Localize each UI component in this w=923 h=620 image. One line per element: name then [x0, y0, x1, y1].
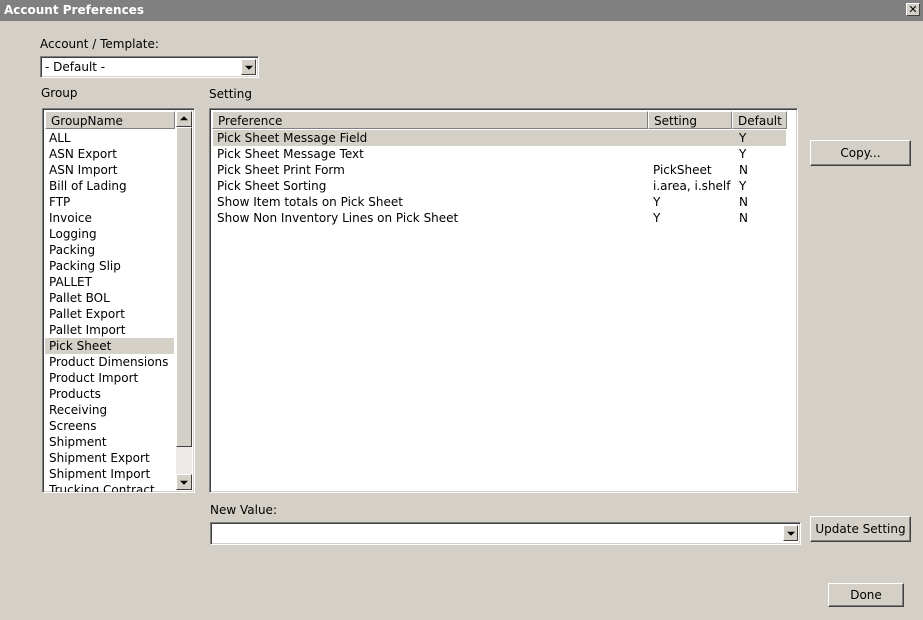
- preference-cell: Pick Sheet Message Text: [217, 147, 364, 161]
- close-icon[interactable]: ✕: [906, 3, 920, 16]
- setting-cell: Y: [653, 211, 661, 225]
- group-list-item[interactable]: Screens: [45, 418, 174, 434]
- account-template-value: - Default -: [45, 60, 106, 74]
- default-cell: N: [739, 163, 748, 177]
- group-list-item[interactable]: Shipment: [45, 434, 174, 450]
- group-column-header[interactable]: GroupName: [45, 111, 175, 129]
- default-cell: Y: [739, 147, 747, 161]
- preference-cell: Show Item totals on Pick Sheet: [217, 195, 403, 209]
- group-list-item[interactable]: Pick Sheet: [45, 338, 174, 354]
- preference-column-header[interactable]: Preference: [212, 111, 648, 129]
- group-list-item[interactable]: ALL: [45, 130, 174, 146]
- group-list-item[interactable]: Logging: [45, 226, 174, 242]
- preference-cell: Pick Sheet Message Field: [217, 131, 368, 145]
- default-cell: N: [739, 195, 748, 209]
- title-bar: Account Preferences ✕: [0, 0, 923, 21]
- chevron-up-icon: [180, 116, 188, 121]
- default-cell: N: [739, 211, 748, 225]
- scroll-down-button[interactable]: [176, 474, 192, 490]
- group-list-item[interactable]: Shipment Import: [45, 466, 174, 482]
- table-row[interactable]: Show Non Inventory Lines on Pick Sheet Y N: [213, 210, 786, 226]
- window-title: Account Preferences: [4, 3, 144, 17]
- setting-cell: i.area, i.shelf: [653, 179, 731, 193]
- new-value-dropdown-button[interactable]: [783, 525, 798, 541]
- table-row[interactable]: Pick Sheet Sorting i.area, i.shelf Y: [213, 178, 786, 194]
- group-list-item[interactable]: ASN Export: [45, 146, 174, 162]
- setting-column-header[interactable]: Setting: [648, 111, 732, 129]
- group-label: Group: [41, 86, 78, 100]
- group-scrollbar[interactable]: [176, 111, 192, 490]
- table-row[interactable]: Pick Sheet Print Form PickSheet N: [213, 162, 786, 178]
- group-list-item[interactable]: Shipment Export: [45, 450, 174, 466]
- group-list-item[interactable]: Products: [45, 386, 174, 402]
- table-row[interactable]: Show Item totals on Pick Sheet Y N: [213, 194, 786, 210]
- group-list-item[interactable]: Bill of Lading: [45, 178, 174, 194]
- table-row[interactable]: Pick Sheet Message Text Y: [213, 146, 786, 162]
- group-list[interactable]: GroupName ALL ASN Export ASN Import Bill of…: [42, 108, 195, 493]
- account-template-label: Account / Template:: [40, 37, 159, 51]
- setting-label: Setting: [209, 87, 252, 101]
- account-dropdown-button[interactable]: [241, 59, 256, 75]
- group-list-item[interactable]: Pallet Import: [45, 322, 174, 338]
- done-button[interactable]: Done: [828, 583, 904, 607]
- account-template-combo[interactable]: - Default -: [40, 56, 259, 78]
- group-list-item[interactable]: Invoice: [45, 210, 174, 226]
- preference-cell: Pick Sheet Print Form: [217, 163, 345, 177]
- group-list-item[interactable]: Packing: [45, 242, 174, 258]
- group-list-item[interactable]: Pallet Export: [45, 306, 174, 322]
- group-list-item[interactable]: ASN Import: [45, 162, 174, 178]
- new-value-combo[interactable]: [210, 522, 801, 545]
- group-list-item[interactable]: Receiving: [45, 402, 174, 418]
- setting-cell: PickSheet: [653, 163, 712, 177]
- group-list-item[interactable]: FTP: [45, 194, 174, 210]
- group-list-item[interactable]: Packing Slip: [45, 258, 174, 274]
- scroll-thumb[interactable]: [176, 127, 192, 447]
- default-cell: Y: [739, 179, 747, 193]
- group-list-item[interactable]: Trucking Contract: [45, 482, 174, 492]
- group-list-item[interactable]: PALLET: [45, 274, 174, 290]
- group-list-item[interactable]: Product Import: [45, 370, 174, 386]
- copy-button[interactable]: Copy...: [810, 140, 911, 166]
- chevron-down-icon: [786, 531, 795, 536]
- new-value-label: New Value:: [210, 503, 277, 517]
- chevron-down-icon: [180, 480, 188, 485]
- settings-table[interactable]: Preference Setting Default Pick Sheet Me…: [209, 108, 798, 493]
- table-row[interactable]: Pick Sheet Message Field Y: [213, 130, 786, 146]
- default-cell: Y: [739, 131, 747, 145]
- update-setting-button[interactable]: Update Setting: [810, 516, 911, 542]
- default-column-header[interactable]: Default: [732, 111, 787, 129]
- preference-cell: Pick Sheet Sorting: [217, 179, 327, 193]
- scroll-up-button[interactable]: [176, 111, 192, 127]
- group-list-item[interactable]: Product Dimensions: [45, 354, 174, 370]
- group-list-item[interactable]: Pallet BOL: [45, 290, 174, 306]
- setting-cell: Y: [653, 195, 661, 209]
- preference-cell: Show Non Inventory Lines on Pick Sheet: [217, 211, 459, 225]
- chevron-down-icon: [244, 65, 253, 70]
